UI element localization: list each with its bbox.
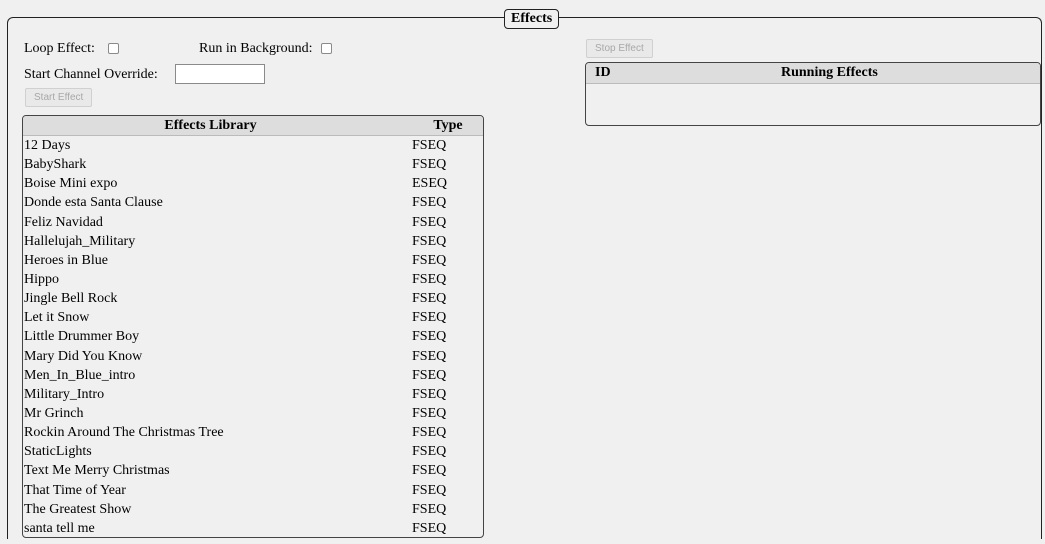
effect-name-cell: Boise Mini expo [24, 176, 118, 192]
effects-library-table: Effects Library Type 12 Days FSEQ BabyShar… [22, 115, 484, 538]
effect-type-cell: FSEQ [412, 425, 447, 441]
table-row[interactable]: BabyShark FSEQ [23, 155, 483, 174]
stop-effect-button[interactable]: Stop Effect [586, 39, 653, 58]
table-row[interactable]: Text Me Merry Christmas FSEQ [23, 461, 483, 480]
effect-name-cell: Feliz Navidad [24, 214, 103, 230]
table-row[interactable]: Hallelujah_Military FSEQ [23, 232, 483, 251]
effect-type-cell: FSEQ [412, 405, 447, 421]
effect-name-cell: That Time of Year [24, 482, 126, 498]
effect-type-cell: FSEQ [412, 329, 447, 345]
effect-type-cell: FSEQ [412, 501, 447, 517]
running-header-row: ID Running Effects [586, 63, 1040, 84]
effect-type-cell: FSEQ [412, 291, 447, 307]
effect-type-cell: FSEQ [412, 482, 447, 498]
effect-type-cell: FSEQ [412, 348, 447, 364]
running-effects-table: ID Running Effects [585, 62, 1041, 126]
table-row[interactable]: Rockin Around The Christmas Tree FSEQ [23, 423, 483, 442]
effect-type-cell: FSEQ [412, 138, 447, 153]
effect-type-cell: FSEQ [412, 252, 447, 268]
table-row[interactable]: Little Drummer Boy FSEQ [23, 327, 483, 346]
loop-effect-label: Loop Effect: [24, 41, 95, 56]
effect-name-cell: Rockin Around The Christmas Tree [24, 425, 224, 441]
table-row[interactable]: 12 Days FSEQ [23, 136, 483, 155]
effect-type-cell: FSEQ [412, 367, 447, 383]
table-row[interactable]: Feliz Navidad FSEQ [23, 213, 483, 232]
effect-name-cell: Hallelujah_Military [24, 233, 136, 249]
effect-type-cell: FSEQ [412, 386, 447, 402]
effect-name-cell: Little Drummer Boy [24, 329, 140, 345]
channel-override-label: Start Channel Override: [24, 67, 158, 82]
library-body: 12 Days FSEQ BabyShark FSEQ Boise Mini expo E… [23, 136, 483, 537]
effect-name-cell: Jingle Bell Rock [24, 291, 118, 307]
effect-name-cell: Men_In_Blue_intro [24, 367, 136, 383]
effect-name-cell: Mary Did You Know [24, 348, 143, 364]
effect-name-cell: The Greatest Show [24, 501, 132, 517]
table-row[interactable]: Hippo FSEQ [23, 270, 483, 289]
effect-type-cell: FSEQ [412, 444, 447, 460]
effect-name-cell: Heroes in Blue [24, 252, 108, 268]
effect-type-cell: FSEQ [412, 463, 447, 479]
library-type-header: Type [433, 118, 463, 133]
running-effects-header: Running Effects [781, 65, 878, 80]
effect-type-cell: ESEQ [412, 176, 447, 192]
table-row[interactable]: santa tell me FSEQ [23, 519, 483, 537]
effect-name-cell: 12 Days [24, 138, 71, 153]
loop-effect-row: Loop Effect: [24, 40, 120, 58]
effect-type-cell: FSEQ [412, 195, 447, 211]
effect-name-cell: Let it Snow [24, 310, 90, 326]
effect-name-cell: Military_Intro [24, 386, 105, 402]
table-row[interactable]: Military_Intro FSEQ [23, 385, 483, 404]
table-row[interactable]: StaticLights FSEQ [23, 442, 483, 461]
effect-type-cell: FSEQ [412, 157, 447, 173]
table-row[interactable]: Men_In_Blue_intro FSEQ [23, 366, 483, 385]
effect-type-cell: FSEQ [412, 520, 447, 536]
effect-name-cell: BabyShark [24, 157, 87, 173]
table-row[interactable]: Mr Grinch FSEQ [23, 404, 483, 423]
effect-type-cell: FSEQ [412, 271, 447, 287]
library-header-row: Effects Library Type [23, 116, 483, 136]
effect-type-cell: FSEQ [412, 214, 447, 230]
effect-name-cell: Hippo [24, 271, 59, 287]
table-row[interactable]: Mary Did You Know FSEQ [23, 347, 483, 366]
table-row[interactable]: Let it Snow FSEQ [23, 308, 483, 327]
effect-name-cell: Donde esta Santa Clause [24, 195, 163, 211]
effect-name-cell: santa tell me [24, 520, 95, 536]
table-row[interactable]: Heroes in Blue FSEQ [23, 251, 483, 270]
library-name-header: Effects Library [164, 118, 257, 133]
run-background-checkbox[interactable] [321, 43, 333, 55]
table-row[interactable]: That Time of Year FSEQ [23, 481, 483, 500]
loop-effect-checkbox[interactable] [108, 43, 120, 55]
effects-legend: Effects [504, 9, 560, 29]
table-row[interactable]: The Greatest Show FSEQ [23, 500, 483, 519]
run-background-label: Run in Background: [199, 41, 313, 56]
effect-name-cell: Text Me Merry Christmas [24, 463, 170, 479]
running-id-header: ID [595, 65, 611, 80]
effect-name-cell: Mr Grinch [24, 405, 84, 421]
table-row[interactable]: Jingle Bell Rock FSEQ [23, 289, 483, 308]
run-background-row: Run in Background: [199, 40, 333, 58]
start-effect-button[interactable]: Start Effect [25, 88, 93, 107]
table-row[interactable]: Donde esta Santa Clause FSEQ [23, 193, 483, 212]
effect-name-cell: StaticLights [24, 444, 92, 460]
effect-type-cell: FSEQ [412, 233, 447, 249]
table-row[interactable]: Boise Mini expo ESEQ [23, 174, 483, 193]
effect-type-cell: FSEQ [412, 310, 447, 326]
channel-override-input[interactable] [175, 64, 265, 84]
